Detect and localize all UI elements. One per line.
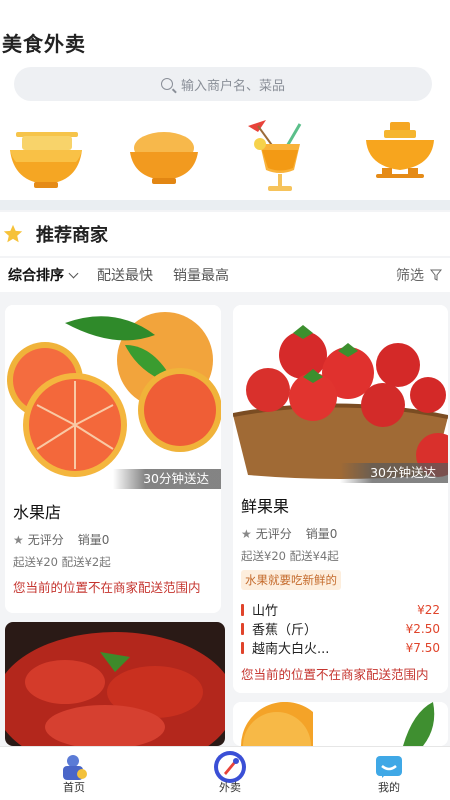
shop-card[interactable] (233, 702, 448, 746)
shop-fee: 起送¥20 配送¥4起 (241, 549, 339, 563)
item-price: ¥22 (417, 602, 440, 617)
star-icon (3, 224, 23, 243)
tab-home-label: 首页 (63, 781, 85, 794)
filter-label: 筛选 (396, 268, 424, 284)
search-icon (160, 78, 173, 90)
item-price: ¥2.50 (405, 621, 440, 636)
shop-meta: ★ 无评分 销量0 (241, 525, 448, 542)
tab-profile[interactable]: 我的 (349, 747, 429, 800)
shop-name: 鲜果果 (241, 497, 290, 516)
home-icon (63, 755, 87, 780)
star-icon: ★ (241, 526, 252, 541)
shop-name: 水果店 (13, 503, 62, 522)
item-marker (241, 603, 244, 616)
tab-takeout-label: 外卖 (219, 781, 241, 794)
tab-takeout[interactable]: 外卖 (190, 747, 270, 800)
shop-card[interactable]: 30分钟送达 水果店 ★ 无评分 销量0 起送¥20 配送¥2起 您当前的位置不… (5, 305, 221, 613)
shop-sales: 销量0 (77, 533, 110, 547)
sort-bar: 综合排序 配送最快 销量最高 筛选 (0, 258, 450, 292)
item-marker (241, 622, 244, 635)
shop-fee: 起送¥20 配送¥2起 (13, 555, 111, 569)
grapefruit-image (5, 305, 221, 489)
strawberry-image (233, 305, 448, 483)
search-placeholder: 输入商户名、菜品 (180, 78, 285, 94)
delivery-time-badge: 30分钟送达 (340, 463, 448, 483)
category-drink[interactable] (238, 118, 318, 198)
item-name: 香蕉（斤） (252, 623, 318, 638)
delivery-warning: 您当前的位置不在商家配送范围内 (13, 580, 201, 595)
list-item[interactable]: 越南大白火... ¥7.50 (241, 638, 440, 657)
sort-top-sales[interactable]: 销量最高 (173, 265, 229, 285)
category-hotpot[interactable] (360, 118, 440, 198)
category-noodle[interactable] (6, 118, 86, 198)
shop-rating: 无评分 (255, 527, 292, 541)
sort-comprehensive-label: 综合排序 (8, 268, 64, 284)
shop-image: 30分钟送达 (5, 305, 221, 489)
list-item[interactable]: 香蕉（斤） ¥2.50 (241, 619, 440, 638)
search-input[interactable]: 输入商户名、菜品 (14, 67, 432, 101)
chevron-down-icon (68, 268, 79, 279)
section-divider (0, 200, 450, 210)
filter-button[interactable]: 筛选 (396, 265, 442, 285)
page-title: 美食外卖 (2, 32, 86, 56)
shop-rating: 无评分 (27, 533, 64, 547)
sort-comprehensive[interactable]: 综合排序 (8, 265, 79, 285)
orange-image (233, 702, 448, 746)
shop-sales: 销量0 (305, 527, 338, 541)
tab-home[interactable]: 首页 (34, 747, 114, 800)
category-rice[interactable] (124, 118, 204, 198)
tab-profile-label: 我的 (378, 781, 400, 794)
crayfish-image (5, 622, 225, 746)
header-area: 美食外卖 输入商户名、菜品 (0, 0, 450, 205)
hotpot-icon (366, 122, 434, 178)
item-price: ¥7.50 (405, 640, 440, 655)
shop-slogan: 水果就要吃新鲜的 (241, 570, 341, 590)
funnel-icon (430, 269, 442, 281)
item-marker (241, 641, 244, 654)
sort-fastest[interactable]: 配送最快 (97, 265, 153, 285)
delivery-time-badge: 30分钟送达 (113, 469, 221, 489)
star-icon: ★ (13, 532, 24, 547)
bottom-tab-bar: 首页 外卖 我的 (0, 746, 450, 800)
item-name: 山竹 (252, 604, 279, 619)
shop-card[interactable]: 30分钟送达 鲜果果 ★ 无评分 销量0 起送¥20 配送¥4起 水果就要吃新鲜… (233, 305, 448, 693)
category-row (0, 118, 450, 198)
shop-image (5, 622, 225, 746)
noodle-bowl-icon (10, 132, 82, 188)
shop-card[interactable] (5, 622, 225, 746)
shop-item-list: 山竹 ¥22 香蕉（斤） ¥2.50 越南大白火... ¥7.50 (241, 600, 440, 657)
profile-icon (376, 756, 402, 778)
shop-meta: ★ 无评分 销量0 (13, 531, 221, 548)
shop-image: 30分钟送达 (233, 305, 448, 483)
item-name: 越南大白火... (252, 642, 330, 657)
rice-bowl-icon (130, 132, 198, 184)
list-item[interactable]: 山竹 ¥22 (241, 600, 440, 619)
section-header: 推荐商家 (0, 212, 450, 256)
section-title: 推荐商家 (36, 225, 108, 246)
delivery-warning: 您当前的位置不在商家配送范围内 (241, 667, 429, 682)
drink-cup-icon (248, 120, 302, 191)
